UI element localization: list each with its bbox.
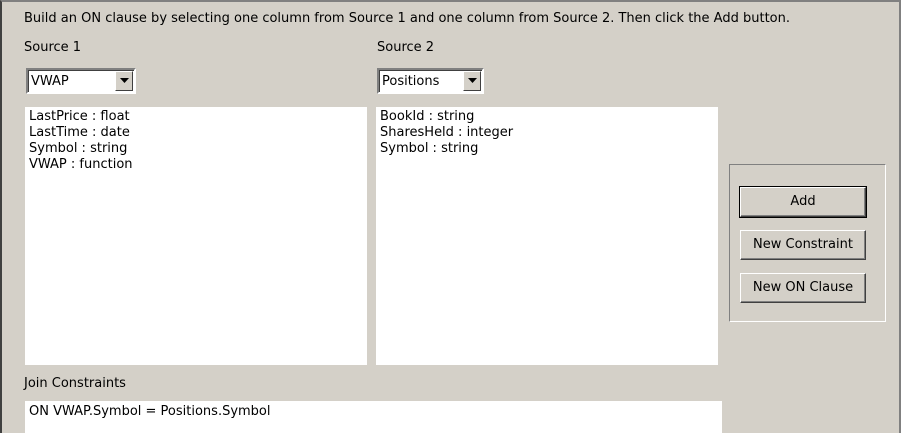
- list-item[interactable]: BookId : string: [380, 109, 714, 125]
- list-item[interactable]: Symbol : string: [380, 141, 714, 157]
- source1-column-list[interactable]: LastPrice : float LastTime : date Symbol…: [25, 107, 367, 365]
- add-button[interactable]: Add: [739, 186, 867, 218]
- source2-selected-value: Positions: [382, 74, 440, 89]
- chevron-down-icon: [468, 78, 477, 83]
- list-item[interactable]: Symbol : string: [29, 141, 363, 157]
- list-item[interactable]: LastTime : date: [29, 125, 363, 141]
- chevron-down-icon: [120, 78, 129, 83]
- source2-dropdown-button[interactable]: [463, 71, 481, 91]
- new-on-clause-button[interactable]: New ON Clause: [740, 273, 866, 303]
- source2-column-list[interactable]: BookId : string SharesHeld : integer Sym…: [376, 107, 718, 365]
- source2-label: Source 2: [377, 40, 435, 55]
- source1-select[interactable]: VWAP: [26, 68, 136, 94]
- join-constraints-field[interactable]: ON VWAP.Symbol = Positions.Symbol: [25, 401, 722, 433]
- instructions-text: Build an ON clause by selecting one colu…: [24, 11, 790, 26]
- list-item[interactable]: LastPrice : float: [29, 109, 363, 125]
- join-dialog: Build an ON clause by selecting one colu…: [0, 0, 901, 433]
- join-constraints-label: Join Constraints: [24, 376, 126, 391]
- source1-dropdown-button[interactable]: [115, 71, 133, 91]
- list-item[interactable]: VWAP : function: [29, 157, 363, 173]
- source2-select[interactable]: Positions: [377, 68, 484, 94]
- action-button-group: Add New Constraint New ON Clause: [729, 164, 886, 322]
- source1-label: Source 1: [24, 40, 82, 55]
- source1-selected-value: VWAP: [31, 74, 69, 89]
- list-item[interactable]: SharesHeld : integer: [380, 125, 714, 141]
- new-constraint-button[interactable]: New Constraint: [740, 230, 866, 260]
